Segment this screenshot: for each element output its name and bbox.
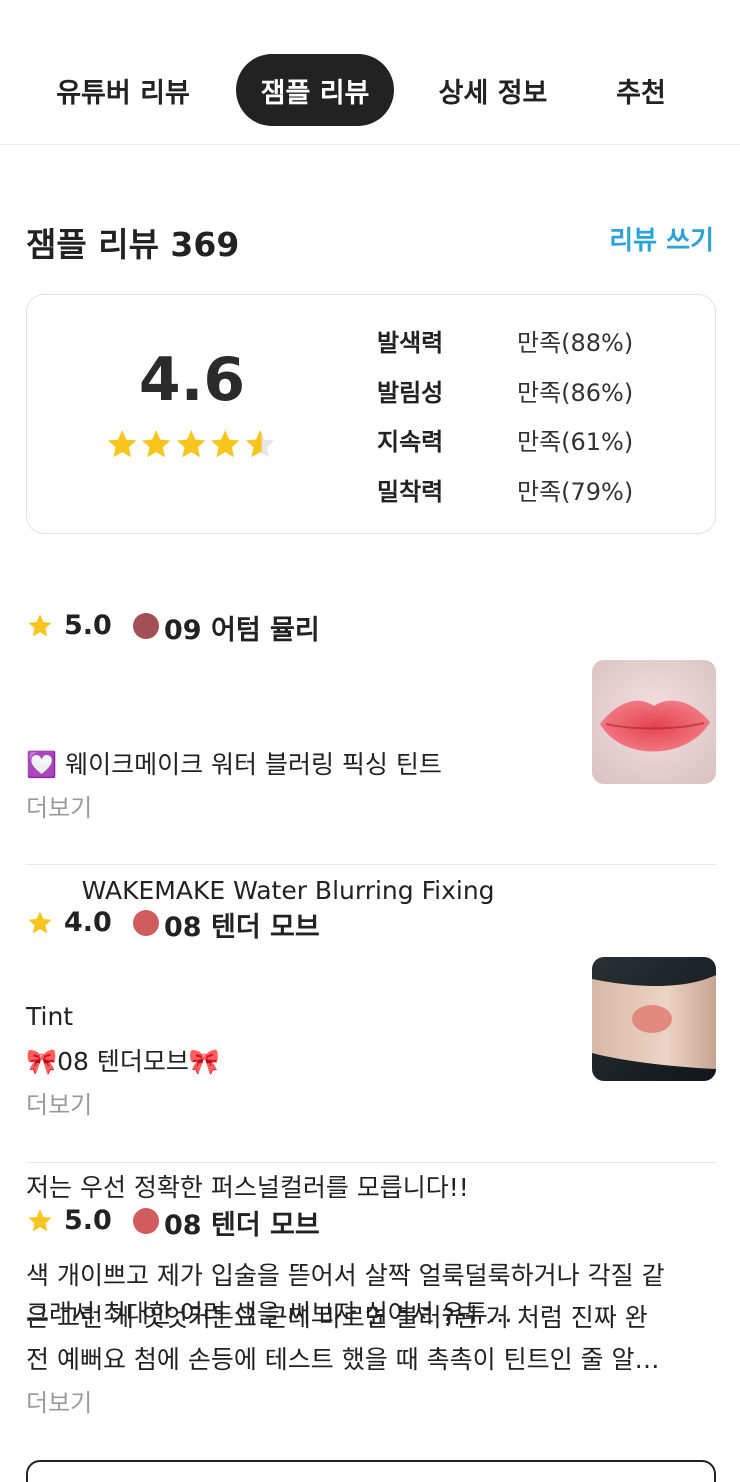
review-photo-hand-swatch[interactable] (592, 957, 716, 1081)
more-link[interactable]: 더보기 (26, 1085, 92, 1120)
more-link[interactable]: 더보기 (26, 1383, 92, 1418)
shade-swatch (133, 1208, 159, 1234)
review-score: 5.0 (64, 610, 112, 641)
review-line: 💟 웨이크메이크 워터 블러링 픽싱 틴트 (26, 750, 442, 779)
stat-row-longevity: 지속력 만족(61%) (377, 422, 697, 462)
shade-name: 09 어텀 뮬리 (164, 615, 320, 646)
stat-label: 지속력 (377, 428, 444, 456)
review-header: 4.0 08 텐더 모브 (26, 905, 626, 945)
stat-value: 만족(88%) (517, 329, 634, 357)
stat-row-color: 발색력 만족(88%) (377, 323, 697, 363)
review-line: 🎀08 텐더모브🎀 (26, 1047, 221, 1076)
review-line: 색 개이쁘고 제가 입술을 뜯어서 살짝 얼룩덜룩하거나 각질 같 (26, 1261, 665, 1290)
tab-jample-review[interactable]: 잼플 리뷰 (236, 54, 394, 126)
average-stars (105, 427, 277, 463)
review-line: 전 예뻐요 첨에 손등에 테스트 했을 때 촉촉이 틴트인 줄 알… (26, 1345, 660, 1374)
review-header: 5.0 08 텐더 모브 (26, 1203, 626, 1243)
review-header: 5.0 09 어텀 뮬리 (26, 608, 626, 648)
review-tabs: 유튜버 리뷰 잼플 리뷰 상세 정보 추천 (0, 0, 740, 145)
star-icon (28, 911, 52, 934)
review-score: 5.0 (64, 1205, 112, 1236)
shade-name: 08 텐더 모브 (164, 1210, 320, 1241)
half-star-icon (245, 430, 275, 458)
stat-row-spread: 발림성 만족(86%) (377, 373, 697, 413)
stat-label: 발색력 (377, 329, 444, 357)
divider (26, 1162, 716, 1163)
review-item[interactable]: 5.0 08 텐더 모브 색 개이쁘고 제가 입술을 뜯어서 살짝 얼룩덜룩하거… (26, 1203, 716, 1423)
star-icon (211, 430, 240, 458)
star-icon (28, 1209, 52, 1232)
rating-summary-card: 4.6 발색력 만족(88%) 발림성 만족(86%) 지속력 만족(61%) … (26, 294, 716, 534)
tab-details[interactable]: 상세 정보 (418, 54, 568, 126)
divider (26, 864, 716, 865)
more-link[interactable]: 더보기 (26, 788, 92, 823)
stat-label: 밀착력 (377, 478, 444, 506)
review-item[interactable]: 4.0 08 텐더 모브 🎀08 텐더모브🎀 저는 우선 정확한 퍼스널컬러를 … (26, 905, 716, 1328)
star-icon (176, 430, 206, 458)
star-icon (142, 430, 171, 458)
write-review-link[interactable]: 리뷰 쓰기 (609, 220, 714, 257)
review-text: 색 개이쁘고 제가 입술을 뜯어서 살짝 얼룩덜룩하거나 각질 같 은 그런 게… (26, 1255, 716, 1381)
stat-row-adhesion: 밀착력 만족(79%) (377, 472, 697, 512)
shade-swatch (133, 613, 159, 639)
stat-label: 발림성 (377, 379, 444, 407)
average-rating: 4.6 (138, 345, 246, 415)
page-title: 잼플 리뷰 369 (26, 225, 240, 264)
star-icon (28, 614, 52, 637)
more-reviews-button[interactable] (26, 1460, 716, 1482)
stat-value: 만족(61%) (517, 428, 634, 456)
shade-swatch (133, 910, 159, 936)
shade-name: 08 텐더 모브 (164, 912, 320, 943)
stat-value: 만족(79%) (517, 478, 634, 506)
review-line: 은 그런 게 잇엇거든요 근데 바르면 블러?된 거 처럼 진짜 완 (26, 1303, 648, 1332)
stat-value: 만족(86%) (517, 379, 634, 407)
tab-youtuber-review[interactable]: 유튜버 리뷰 (40, 54, 206, 126)
review-item[interactable]: 5.0 09 어텀 뮬리 💟 웨이크메이크 워터 블러링 픽싱 틴트 WAKEM… (26, 608, 716, 1031)
star-icon (107, 430, 137, 458)
review-photo-lips[interactable] (592, 660, 716, 784)
tab-recommend[interactable]: 추천 (596, 54, 686, 126)
review-score: 4.0 (64, 907, 112, 938)
